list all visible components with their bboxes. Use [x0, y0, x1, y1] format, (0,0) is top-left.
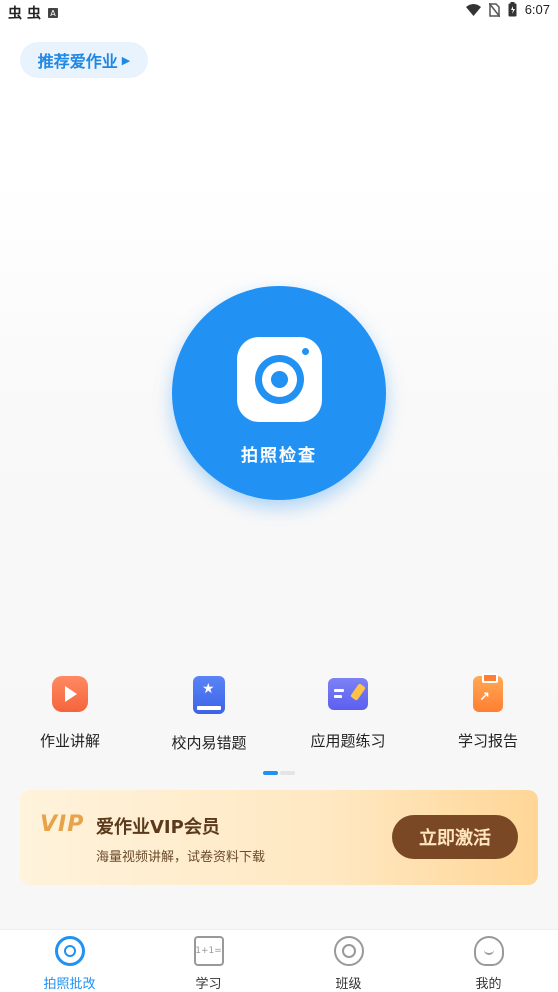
camera-lens-icon	[54, 936, 85, 966]
feature-label: 应用题练习	[310, 732, 386, 750]
photo-check-button[interactable]: 拍照检查	[172, 286, 386, 500]
feature-error-questions[interactable]: ★ 校内易错题	[139, 676, 279, 753]
battery-icon	[508, 2, 517, 17]
practice-pen-icon	[328, 678, 368, 710]
nav-learn[interactable]: 1+1= 学习	[139, 936, 278, 992]
feature-label: 校内易错题	[171, 734, 247, 752]
bug-icon: 虫	[27, 6, 41, 22]
nav-label: 拍照批改	[43, 977, 96, 992]
nav-label: 班级	[335, 977, 362, 992]
activate-button[interactable]: 立即激活	[392, 815, 518, 859]
nav-photo-grading[interactable]: 拍照批改	[0, 936, 139, 992]
vip-logo: VIP	[40, 812, 85, 837]
status-bar: 虫 虫 A 6:07	[0, 0, 558, 24]
no-sim-icon	[488, 2, 500, 17]
feature-word-problems[interactable]: 应用题练习	[278, 676, 418, 751]
feature-homework-explain[interactable]: 作业讲解	[0, 676, 140, 751]
recommend-button[interactable]: 推荐爱作业 ▶	[20, 42, 148, 78]
class-circle-icon	[333, 936, 364, 966]
bottom-nav: 拍照批改 1+1= 学习 班级 我的	[0, 929, 558, 992]
status-notifications: 虫 虫 A	[8, 3, 58, 23]
nav-mine[interactable]: 我的	[419, 936, 558, 992]
photo-check-label: 拍照检查	[241, 446, 317, 466]
nav-label: 我的	[475, 977, 502, 992]
screen: 虫 虫 A 6:07 推荐爱作业 ▶ 拍照检查 作业讲解 ★ 校内易错题 应用题…	[0, 0, 558, 992]
recommend-label: 推荐爱作业	[37, 52, 118, 71]
page-indicator	[263, 771, 295, 775]
feature-study-report[interactable]: ↗ 学习报告	[418, 673, 558, 751]
page-dot	[280, 771, 295, 775]
nav-class[interactable]: 班级	[279, 936, 418, 992]
status-system: 6:07	[465, 2, 550, 17]
bug-icon: 虫	[8, 6, 22, 22]
feature-label: 学习报告	[457, 732, 518, 750]
vip-subtitle: 海量视频讲解，试卷资料下载	[96, 850, 266, 865]
star-book-icon: ★	[193, 676, 225, 714]
page-dot-active	[263, 771, 278, 775]
play-arrow-icon: ▶	[121, 54, 131, 67]
nav-label: 学习	[195, 977, 222, 992]
report-clipboard-icon: ↗	[473, 673, 503, 712]
clock: 6:07	[524, 2, 550, 17]
wifi-icon	[465, 3, 481, 16]
feature-label: 作业讲解	[39, 732, 100, 750]
app-notification-icon: A	[48, 8, 58, 18]
profile-face-icon	[473, 936, 504, 966]
vip-title: 爱作业VIP会员	[96, 817, 220, 838]
vip-banner[interactable]: VIP 爱作业VIP会员 海量视频讲解，试卷资料下载 立即激活	[20, 790, 538, 885]
camera-icon	[236, 337, 322, 422]
video-play-icon	[52, 676, 88, 712]
open-book-icon: 1+1=	[193, 936, 224, 966]
feature-grid: 作业讲解 ★ 校内易错题 应用题练习 ↗ 学习报告	[0, 673, 558, 756]
